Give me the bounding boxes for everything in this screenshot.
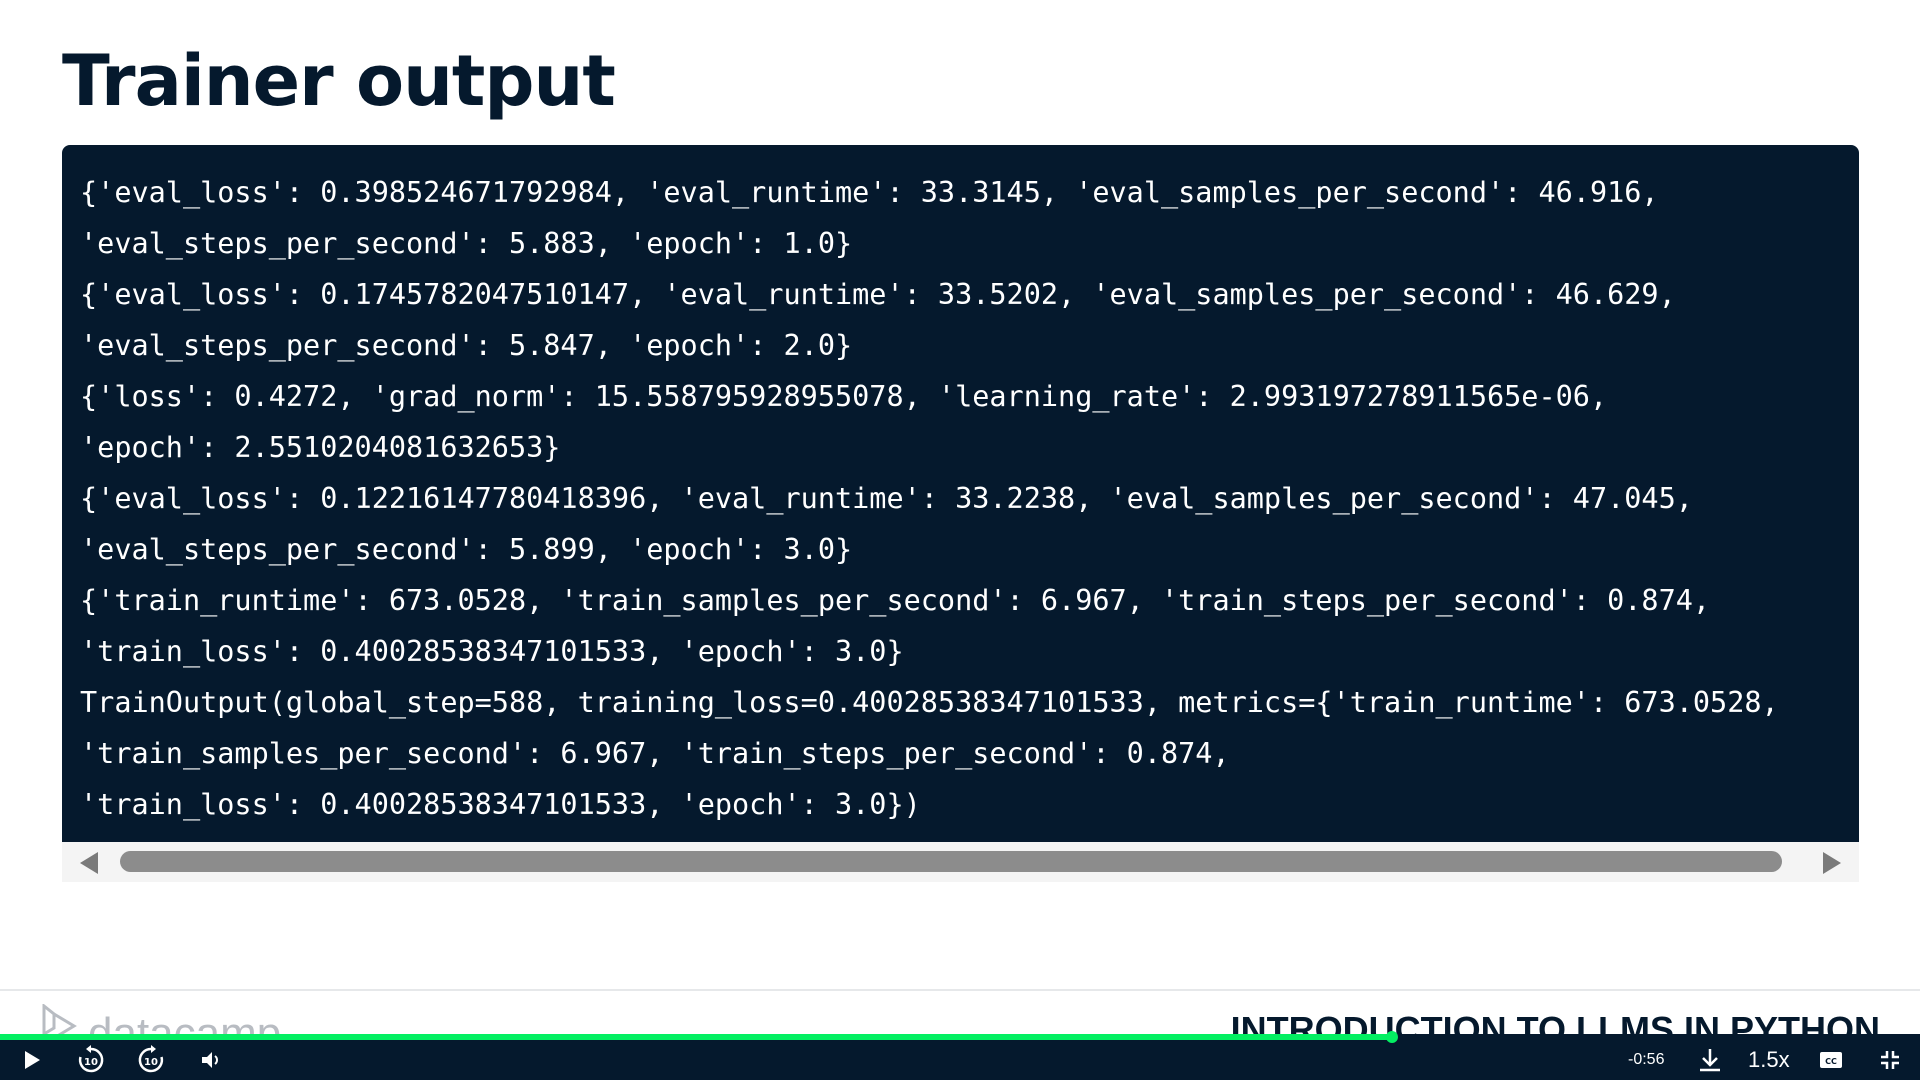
svg-text:10: 10: [144, 1057, 158, 1068]
code-output-panel: {'eval_loss': 0.398524671792984, 'eval_r…: [62, 145, 1859, 842]
code-line: 'train_loss': 0.40028538347101533, 'epoc…: [80, 788, 921, 821]
progress-knob[interactable]: [1386, 1031, 1398, 1043]
svg-text:10: 10: [84, 1057, 98, 1068]
exit-fullscreen-button[interactable]: [1876, 1040, 1904, 1080]
volume-button[interactable]: [196, 1040, 226, 1080]
time-remaining: -0:56: [1628, 1051, 1665, 1068]
code-line: {'eval_loss': 0.1745782047510147, 'eval_…: [80, 278, 1676, 311]
captions-button[interactable]: CC: [1816, 1040, 1846, 1080]
forward-10-button[interactable]: 10: [134, 1040, 168, 1080]
code-line: 'train_samples_per_second': 6.967, 'trai…: [80, 737, 1230, 770]
footer-divider: [0, 989, 1920, 991]
scroll-left-arrow-icon[interactable]: [80, 852, 98, 874]
volume-icon: [202, 1052, 218, 1068]
slide-title: Trainer output: [62, 40, 616, 122]
code-line: 'eval_steps_per_second': 5.899, 'epoch':…: [80, 533, 853, 566]
rewind-10-button[interactable]: 10: [74, 1040, 108, 1080]
code-line: 'train_loss': 0.40028538347101533, 'epoc…: [80, 635, 904, 668]
code-line: TrainOutput(global_step=588, training_lo…: [80, 686, 1779, 719]
code-line: {'eval_loss': 0.12216147780418396, 'eval…: [80, 482, 1693, 515]
playback-speed-button[interactable]: 1.5x: [1748, 1040, 1790, 1080]
scrollbar-thumb[interactable]: [120, 851, 1782, 872]
code-line: 'eval_steps_per_second': 5.847, 'epoch':…: [80, 329, 853, 362]
horizontal-scrollbar[interactable]: [62, 842, 1859, 882]
code-line: 'eval_steps_per_second': 5.883, 'epoch':…: [80, 227, 853, 260]
exit-fullscreen-icon: [1881, 1051, 1899, 1069]
download-icon: [1700, 1049, 1720, 1072]
code-line: 'epoch': 2.5510204081632653}: [80, 431, 561, 464]
play-button[interactable]: [16, 1040, 48, 1080]
forward-10-icon: 10: [138, 1045, 164, 1073]
download-button[interactable]: [1694, 1040, 1726, 1080]
play-icon: [25, 1051, 40, 1069]
code-line: {'eval_loss': 0.398524671792984, 'eval_r…: [80, 176, 1659, 209]
scroll-right-arrow-icon[interactable]: [1823, 852, 1841, 874]
code-line: {'loss': 0.4272, 'grad_norm': 15.5587959…: [80, 380, 1608, 413]
rewind-10-icon: 10: [78, 1045, 104, 1073]
code-line: {'train_runtime': 673.0528, 'train_sampl…: [80, 584, 1711, 617]
svg-text:CC: CC: [1825, 1057, 1837, 1066]
captions-icon: CC: [1820, 1052, 1842, 1068]
